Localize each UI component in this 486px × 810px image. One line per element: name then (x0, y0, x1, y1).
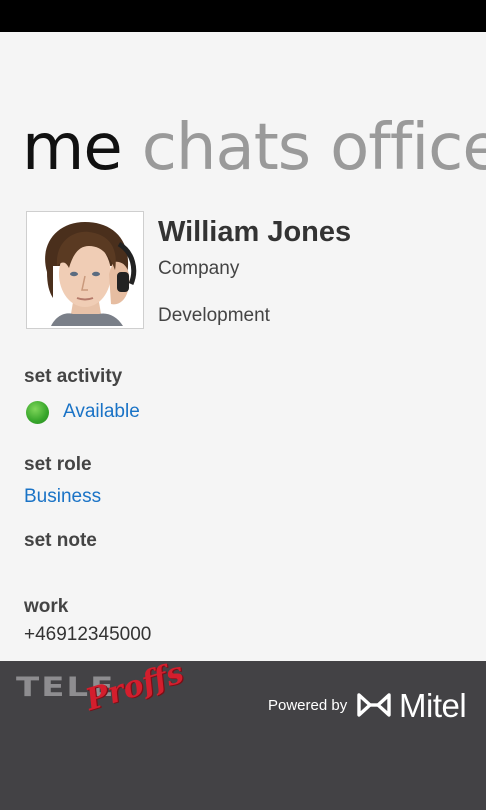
company-label: Company (158, 258, 240, 279)
activity-value-link[interactable]: Available (63, 401, 140, 423)
avatar[interactable] (26, 211, 144, 329)
role-value-link[interactable]: Business (24, 486, 101, 508)
tab-me[interactable]: me (22, 108, 123, 188)
tab-office[interactable]: office (330, 108, 486, 188)
work-heading: work (24, 596, 69, 617)
pivot-header: me chats office (22, 108, 486, 188)
powered-by-label: Powered by (268, 697, 348, 714)
status-bar (0, 0, 486, 32)
set-activity-heading[interactable]: set activity (24, 366, 122, 388)
user-name: William Jones (158, 216, 352, 248)
tab-chats[interactable]: chats (142, 108, 311, 188)
profile-photo (29, 214, 141, 326)
available-status-icon (26, 401, 49, 424)
set-note-heading[interactable]: set note (24, 530, 97, 552)
mitel-logo-icon (357, 693, 391, 717)
set-role-heading[interactable]: set role (24, 454, 92, 476)
mitel-wordmark: Mitel (399, 687, 467, 724)
footer-banner: TELE Proffs Powered by Mitel (0, 655, 486, 810)
department-label: Development (158, 305, 270, 326)
work-phone-number[interactable]: +46912345000 (24, 624, 151, 646)
teleproffs-logo-proffs: Proffs (81, 655, 188, 718)
